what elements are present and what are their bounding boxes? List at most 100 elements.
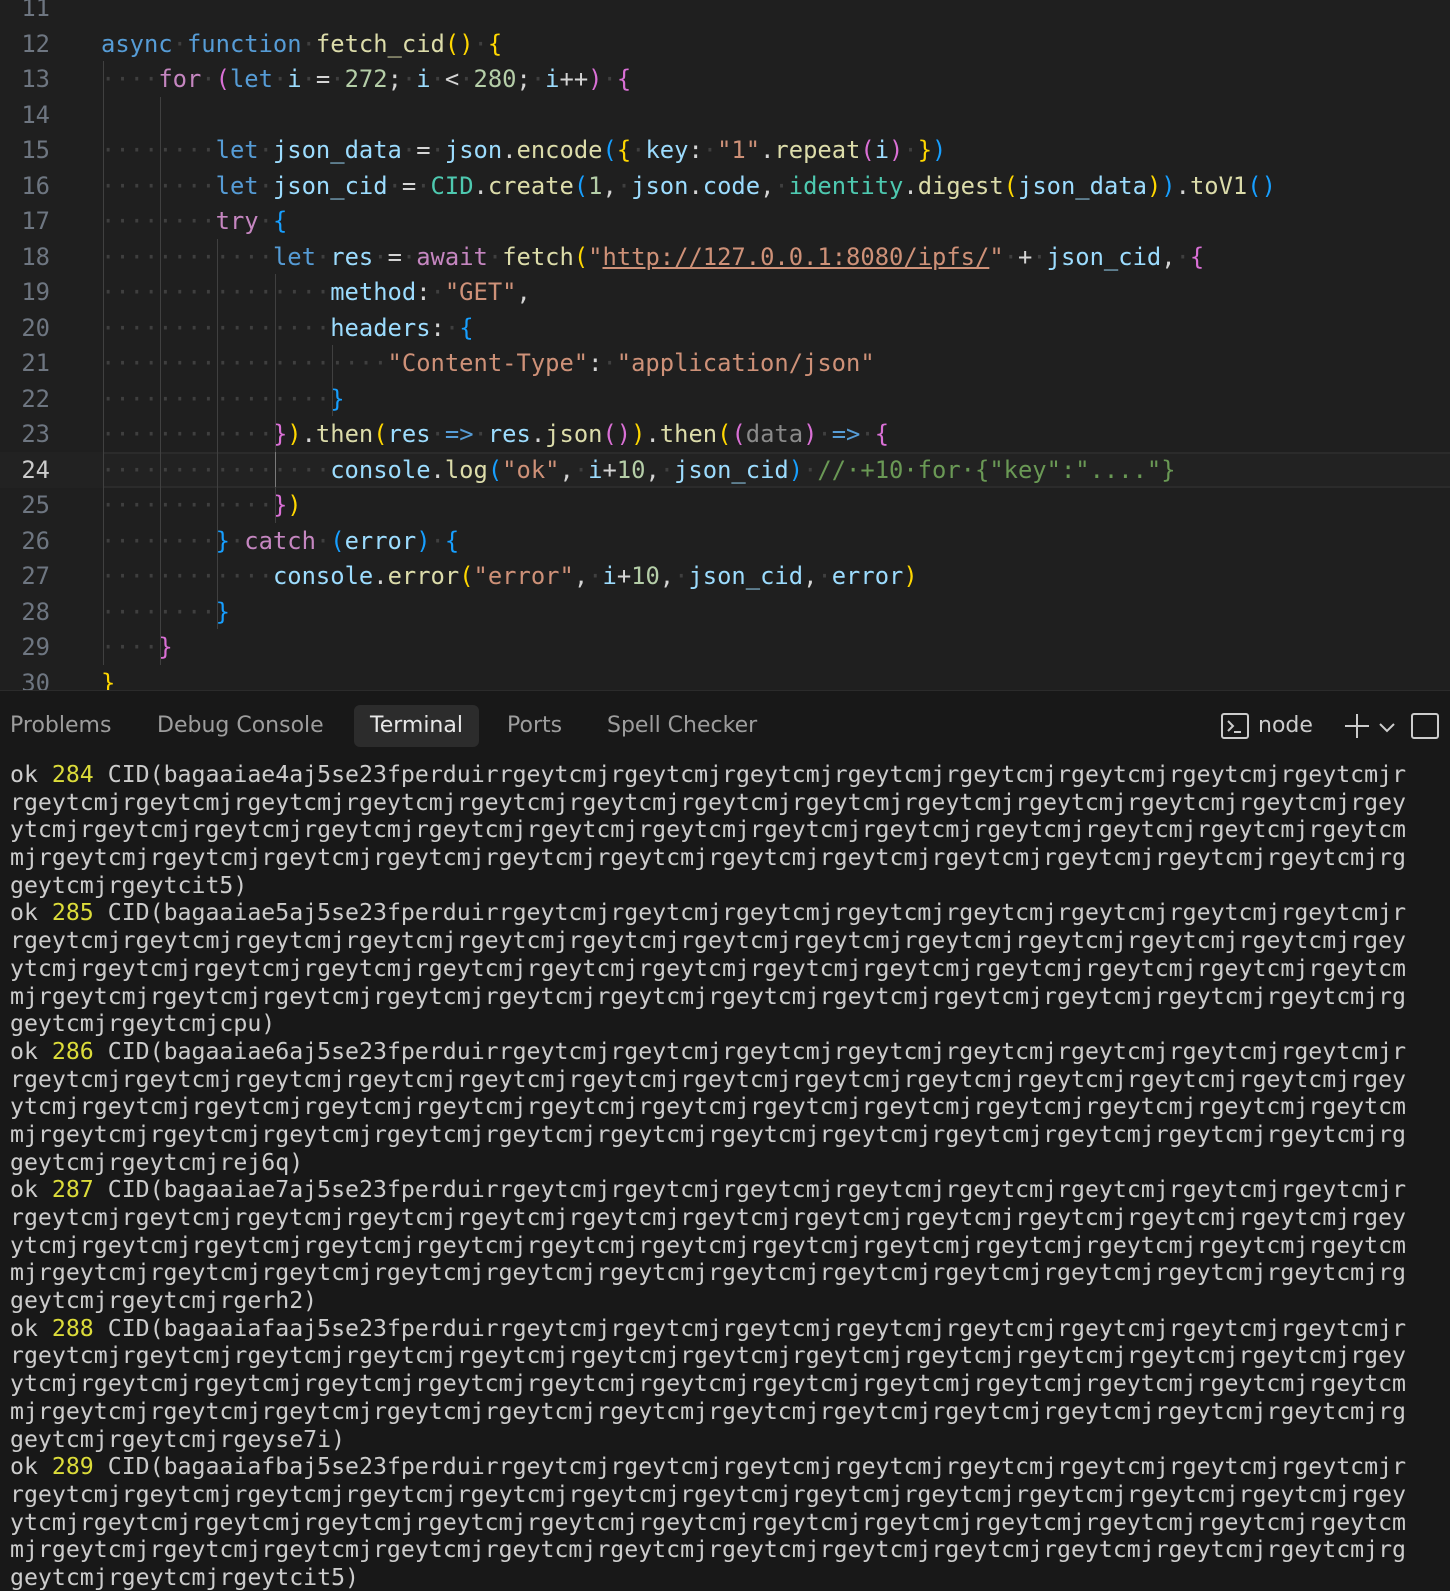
code-token: ( xyxy=(860,136,875,164)
code-line[interactable]: 29 ····} xyxy=(0,629,1450,665)
code-token: · xyxy=(1175,242,1190,271)
code-token: code xyxy=(702,171,761,200)
terminal-text: geytcmjrgeytcmjcpu) xyxy=(10,1010,276,1038)
code-token: ( xyxy=(717,420,732,448)
code-token: ············ xyxy=(101,562,273,590)
terminal-status-text: ok xyxy=(10,1453,52,1481)
code-token: · xyxy=(373,242,388,271)
code-token: ( xyxy=(1003,171,1018,200)
code-line[interactable]: 15 ········let·json_data·=·json.encode({·… xyxy=(0,132,1450,168)
line-number: 17 xyxy=(21,207,50,235)
terminal-line: mjrgeytcmjrgeytcmjrgeytcmjrgeytcmjrgeytc… xyxy=(10,1121,1440,1149)
code-token: catch xyxy=(244,526,316,555)
code-text: ········}·catch·(error)·{ xyxy=(101,523,459,559)
code-token: . xyxy=(688,171,703,200)
code-token: { xyxy=(616,65,632,93)
code-token: · xyxy=(258,207,273,235)
code-line[interactable]: 30} xyxy=(0,665,1450,691)
code-token: · xyxy=(430,65,445,93)
code-token: } xyxy=(917,136,933,164)
code-token: "ok" xyxy=(502,455,560,484)
tab-terminal[interactable]: Terminal xyxy=(354,705,479,747)
code-token: < xyxy=(444,65,460,93)
terminal-line: ok 288 CID(bagaaiafaaj5se23fperduirrgeyt… xyxy=(10,1315,1440,1343)
code-token: CID xyxy=(430,171,474,200)
code-token: method xyxy=(330,278,417,306)
code-token: . xyxy=(373,562,388,590)
code-token: , xyxy=(559,455,574,484)
terminal-line: mjrgeytcmjrgeytcmjrgeytcmjrgeytcmjrgeytc… xyxy=(10,983,1440,1011)
terminal-line: rgeytcmjrgeytcmjrgeytcmjrgeytcmjrgeytcmj… xyxy=(10,1204,1440,1232)
terminal-shell-icon[interactable] xyxy=(1220,711,1250,756)
code-token: · xyxy=(258,171,273,200)
tab-spell-checker[interactable]: Spell Checker xyxy=(591,705,773,747)
code-token: : xyxy=(416,278,431,306)
code-line[interactable]: 14 xyxy=(0,97,1450,133)
code-token: · xyxy=(487,242,503,271)
code-line[interactable]: 16 ········let·json_cid·=·CID.create(1,·j… xyxy=(0,168,1450,204)
code-token: { xyxy=(1189,242,1205,271)
code-token: fetch xyxy=(502,242,574,271)
code-token: toV1 xyxy=(1189,171,1248,200)
code-line[interactable]: 13 ····for·(let·i·=·272;·i·<·280;·i++)·{ xyxy=(0,61,1450,97)
code-token: . xyxy=(645,420,660,448)
code-token: } xyxy=(101,668,116,691)
code-line[interactable]: 17 ········try·{ xyxy=(0,203,1450,239)
tab-debug-console[interactable]: Debug Console xyxy=(141,705,340,747)
code-token: · xyxy=(1003,242,1018,271)
code-token: let xyxy=(215,171,259,200)
code-token: repeat xyxy=(774,136,861,164)
line-number: 11 xyxy=(21,0,50,22)
code-token: ( xyxy=(573,171,589,200)
code-token: error xyxy=(831,562,904,590)
terminal-dropdown-chevron-icon[interactable] xyxy=(1376,713,1398,755)
terminal-line: ok 285 CID(bagaaiae5aj5se23fperduirrgeyt… xyxy=(10,899,1440,927)
code-token: function xyxy=(186,29,302,58)
code-token: , xyxy=(645,455,660,484)
code-token: ············ xyxy=(101,242,273,271)
code-token: { xyxy=(874,420,890,448)
code-token: + xyxy=(602,455,617,484)
tab-ports[interactable]: Ports xyxy=(491,705,578,747)
code-text: ················console.log("ok",·i+10,·… xyxy=(101,452,1176,488)
terminal-text: mjrgeytcmjrgeytcmjrgeytcmjrgeytcmjrgeytc… xyxy=(10,844,1407,872)
code-token: headers xyxy=(330,313,431,342)
terminal-line: ok 289 CID(bagaaiafbaj5se23fperduirrgeyt… xyxy=(10,1453,1440,1481)
code-token: . xyxy=(473,171,488,200)
terminal-actions: node xyxy=(1220,705,1450,747)
code-token: try xyxy=(215,207,259,235)
code-text: ············}) xyxy=(101,487,302,523)
code-token: · xyxy=(473,420,488,448)
split-terminal-icon[interactable] xyxy=(1410,711,1440,756)
terminal-shell-label[interactable]: node xyxy=(1258,705,1313,747)
code-token: ········ xyxy=(101,207,216,235)
code-token: = xyxy=(387,242,402,271)
code-token: ················ xyxy=(101,313,331,342)
terminal-text: rgeytcmjrgeytcmjrgeytcmjrgeytcmjrgeytcmj… xyxy=(10,788,1407,816)
code-token: async xyxy=(101,29,173,58)
code-line[interactable]: 12 async·function·fetch_cid()·{ xyxy=(0,26,1450,62)
terminal-text: rgeytcmjrgeytcmjrgeytcmjrgeytcmjrgeytcmj… xyxy=(10,1342,1407,1370)
code-token: = xyxy=(416,136,431,164)
terminal-line: rgeytcmjrgeytcmjrgeytcmjrgeytcmjrgeytcmj… xyxy=(10,1066,1440,1094)
code-token: ) xyxy=(287,491,302,519)
terminal-line: mjrgeytcmjrgeytcmjrgeytcmjrgeytcmjrgeytc… xyxy=(10,844,1440,872)
code-token: · xyxy=(573,455,589,484)
terminal-text: CID(bagaaiafbaj5se23fperduirrgeytcmjrgey… xyxy=(93,1453,1407,1481)
terminal-line: geytcmjrgeytcmjrgerh2) xyxy=(10,1287,1440,1315)
terminal-text: rgeytcmjrgeytcmjrgeytcmjrgeytcmjrgeytcmj… xyxy=(10,1204,1407,1231)
code-token: · xyxy=(903,136,918,164)
code-token: await xyxy=(416,242,488,271)
code-token: · xyxy=(229,526,245,555)
code-editor[interactable]: 11 12 async·function·fetch_cid()·{13 ····fo… xyxy=(0,0,1450,690)
terminal-output[interactable]: ok 284 CID(bagaaiae4aj5se23fperduirrgeyt… xyxy=(10,761,1440,1591)
new-terminal-plus-icon[interactable] xyxy=(1342,711,1372,756)
code-token: ········ xyxy=(101,526,216,555)
tab-problems[interactable]: Problems xyxy=(0,705,127,747)
code-token: //·+10·for·{"key":"...."} xyxy=(817,455,1176,484)
line-number: 15 xyxy=(21,136,50,164)
code-token: "1" xyxy=(717,136,761,164)
code-token: ( xyxy=(487,455,503,484)
code-line[interactable]: 11 xyxy=(0,0,1450,26)
terminal-text: CID(bagaaiae6aj5se23fperduirrgeytcmjrgey… xyxy=(93,1037,1407,1065)
